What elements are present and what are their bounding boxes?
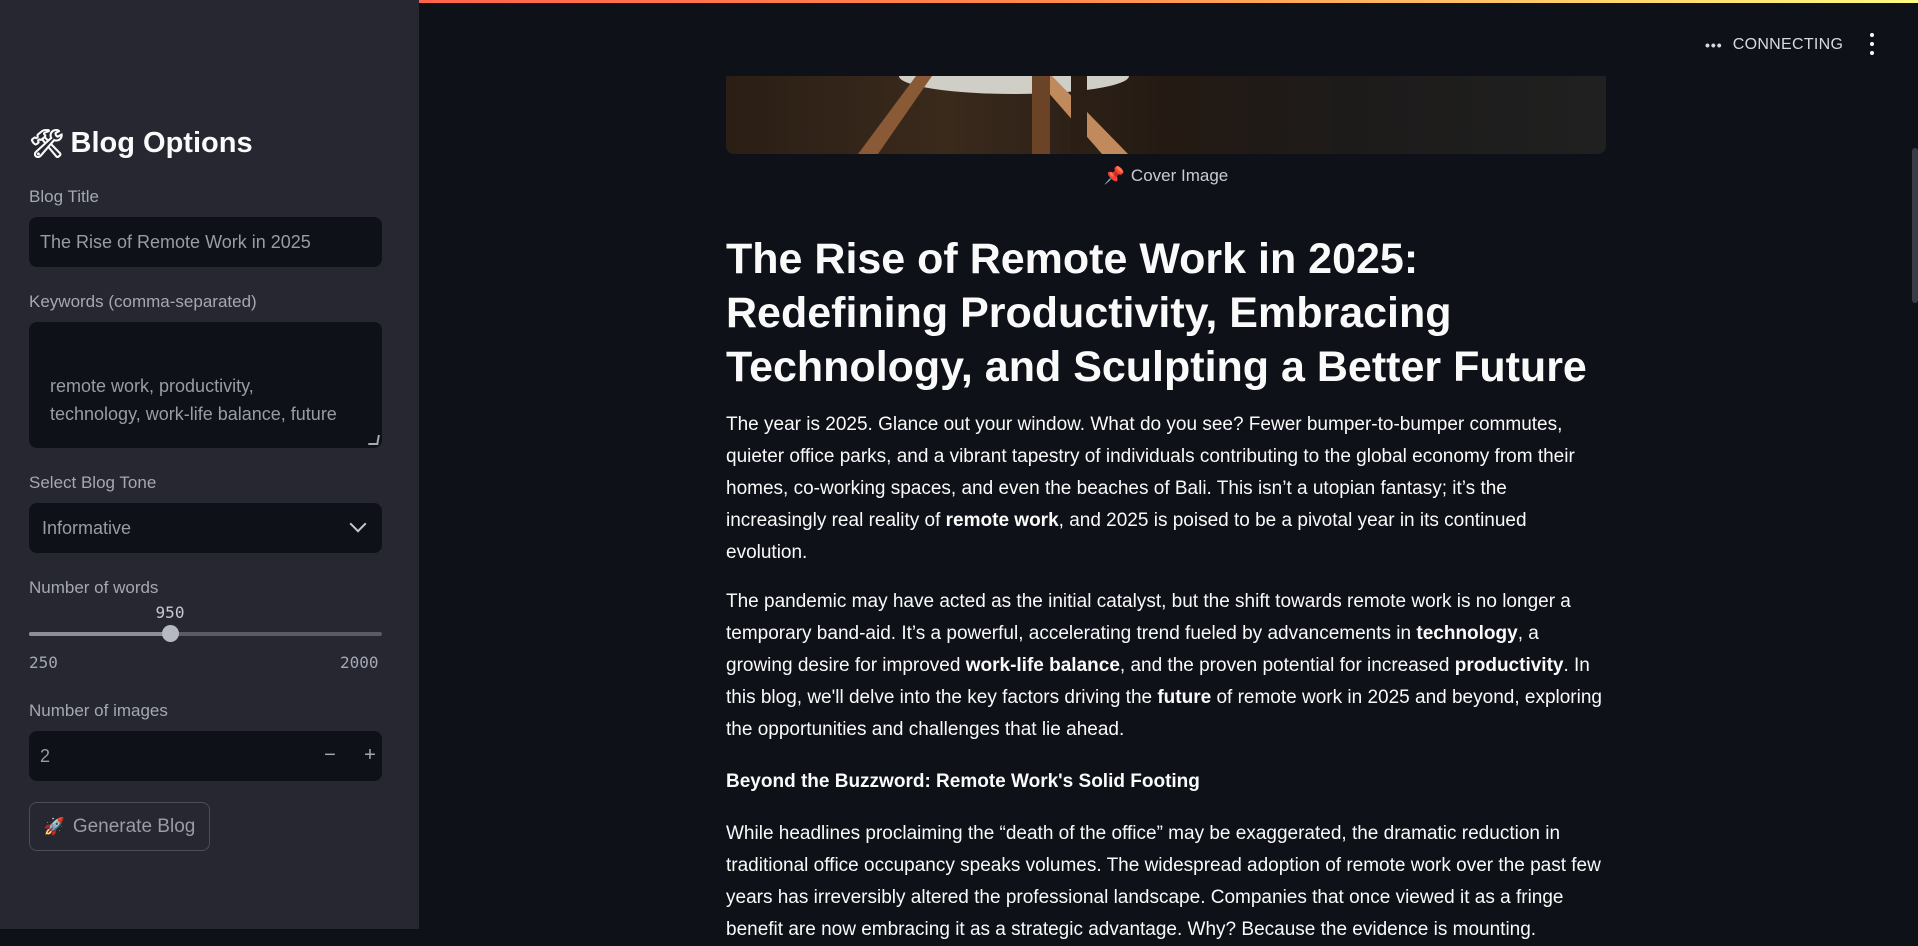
dots-icon: •••: [1705, 37, 1723, 53]
connection-status: ••• CONNECTING: [1705, 36, 1843, 54]
words-slider-value: 950: [155, 603, 185, 622]
rocket-icon: 🚀: [43, 816, 65, 836]
cover-image-graphic: [858, 76, 1129, 154]
blog-article: The Rise of Remote Work in 2025: Redefin…: [726, 232, 1606, 946]
words-slider-thumb[interactable]: [162, 625, 179, 642]
words-slider[interactable]: [29, 625, 382, 642]
keywords-value: remote work, productivity, technology, w…: [50, 376, 337, 424]
generate-blog-label: Generate Blog: [72, 815, 196, 837]
keywords-textarea[interactable]: remote work, productivity, technology, w…: [29, 322, 382, 448]
blog-title-input[interactable]: The Rise of Remote Work in 2025: [29, 217, 382, 267]
increment-button[interactable]: +: [350, 731, 390, 781]
tone-select[interactable]: Informative: [29, 503, 382, 553]
article-paragraph-1: The year is 2025. Glance out your window…: [726, 414, 1575, 563]
sidebar-title: 🛠 Blog Options: [29, 127, 253, 160]
main-scrollbar[interactable]: [1912, 148, 1918, 303]
decrement-button[interactable]: −: [310, 731, 350, 781]
kebab-menu-icon[interactable]: [1864, 33, 1880, 55]
sidebar-title-text: Blog Options: [70, 127, 253, 159]
words-min-label: 250: [29, 653, 58, 672]
connection-status-text: CONNECTING: [1732, 36, 1844, 53]
pushpin-icon: 📌: [1103, 166, 1125, 185]
keywords-label: Keywords (comma-separated): [29, 292, 257, 311]
article-heading: The Rise of Remote Work in 2025: Redefin…: [726, 235, 1587, 391]
sidebar: 🛠 Blog Options Blog Title The Rise of Re…: [0, 0, 419, 929]
words-slider-fill: [29, 632, 170, 636]
tone-label: Select Blog Tone: [29, 473, 157, 492]
blog-title-label: Blog Title: [29, 187, 99, 206]
tone-value: Informative: [42, 518, 132, 538]
cover-image: [726, 76, 1606, 154]
images-number-input[interactable]: 2 − +: [29, 731, 382, 781]
words-max-label: 2000: [340, 653, 379, 672]
cover-caption-text: Cover Image: [1130, 166, 1229, 185]
images-label: Number of images: [29, 701, 168, 720]
words-label: Number of words: [29, 578, 159, 597]
cover-image-caption: 📌 Cover Image: [726, 166, 1606, 186]
blog-title-value: The Rise of Remote Work in 2025: [40, 232, 311, 252]
hammer-wrench-icon: 🛠: [29, 127, 65, 159]
article-paragraph-3: While headlines proclaiming the “death o…: [726, 823, 1601, 940]
resize-handle-icon[interactable]: [368, 435, 380, 445]
generate-blog-button[interactable]: 🚀 Generate Blog: [29, 802, 210, 851]
article-subheading: Beyond the Buzzword: Remote Work's Solid…: [726, 771, 1200, 792]
article-paragraph-2: The pandemic may have acted as the initi…: [726, 591, 1602, 740]
